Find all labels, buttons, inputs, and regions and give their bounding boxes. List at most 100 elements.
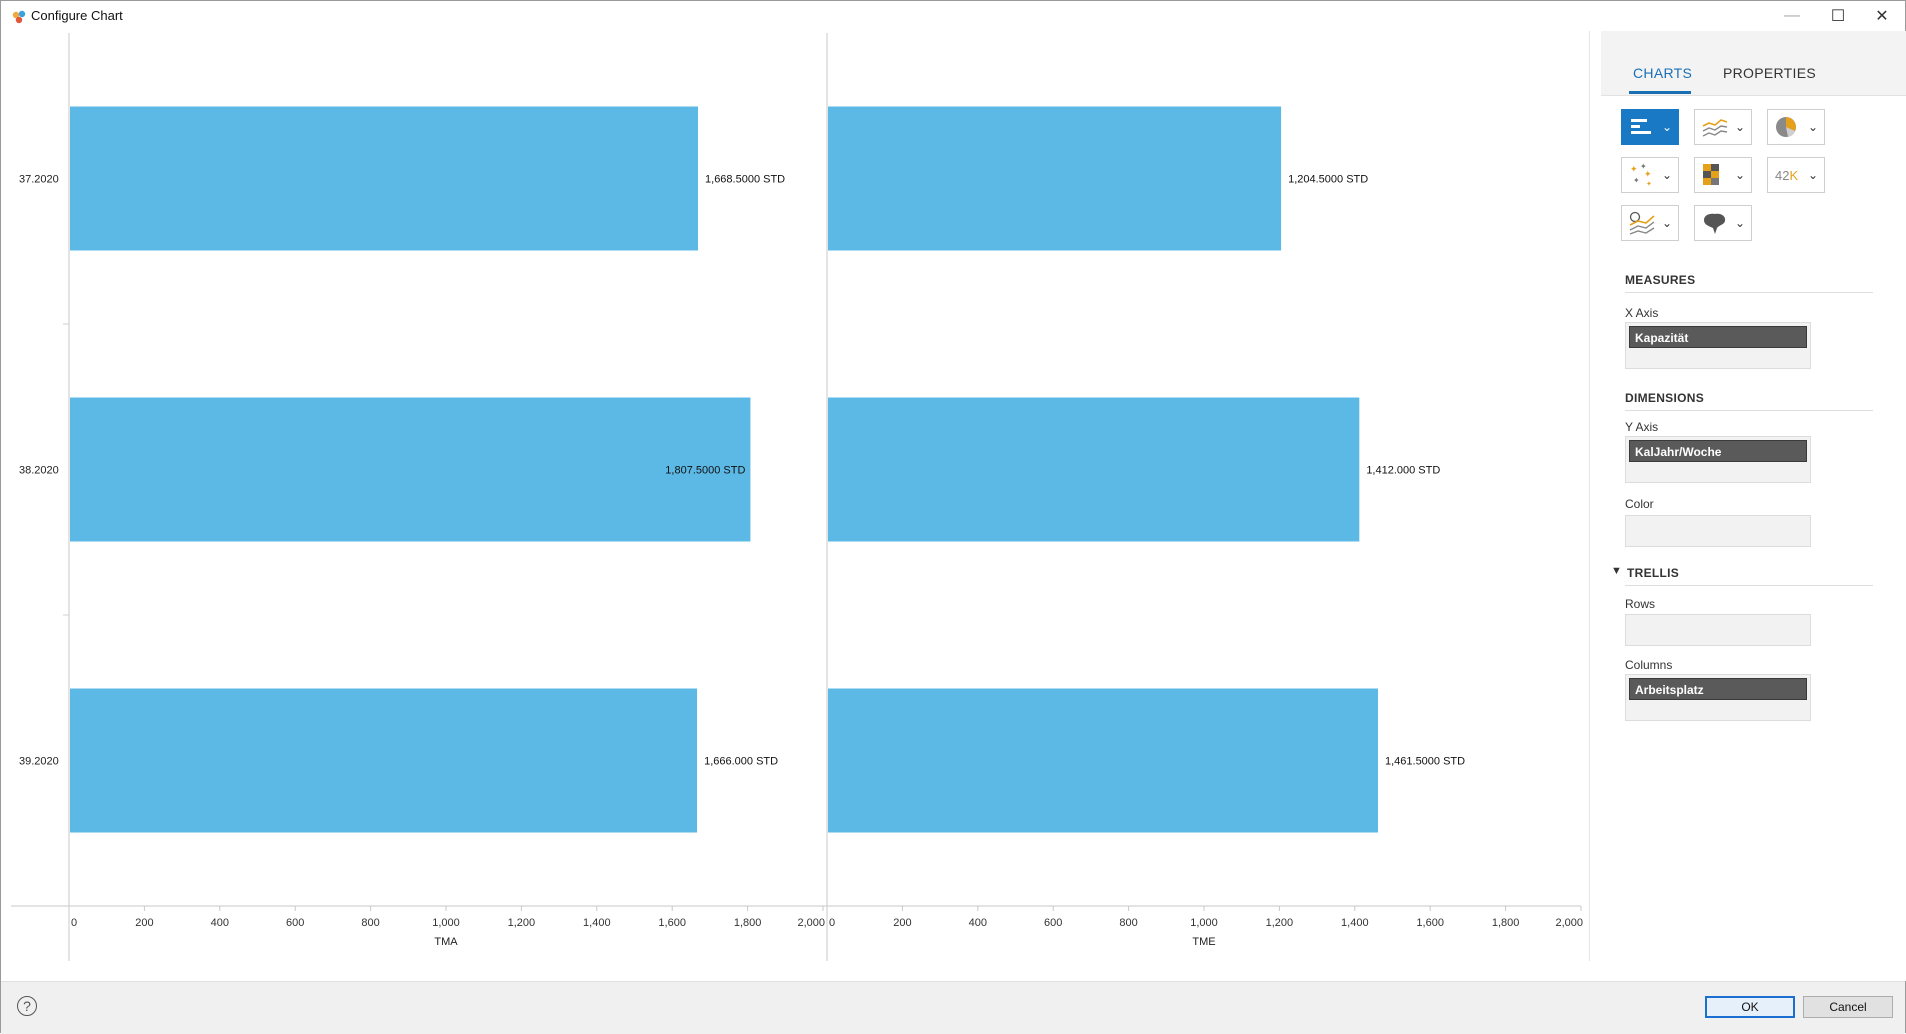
dimensions-heading: DIMENSIONS [1625,391,1705,405]
heatmap-chart-icon [1703,164,1719,185]
forecast-chart-icon [1629,211,1655,235]
columns-dropzone[interactable]: Arbeitsplatz [1625,674,1811,721]
y-axis-label: Y Axis [1625,420,1659,434]
x-tick-label: 1,200 [508,917,536,929]
trellis-heading[interactable]: TRELLIS [1627,566,1679,580]
cancel-button[interactable]: Cancel [1803,996,1893,1018]
panel-tab-bar: CHARTS PROPERTIES [1601,31,1906,96]
x-tick-label: 600 [1044,917,1062,929]
title-bar: Configure Chart — ☐ ✕ [1,1,1905,31]
data-label: 1,668.5000 STD [705,174,785,186]
columns-field-pill[interactable]: Arbeitsplatz [1629,678,1807,700]
divider [1625,410,1873,411]
x-tick-label: 1,600 [1416,917,1444,929]
x-axis-title: TMA [434,936,458,948]
svg-text:✦: ✦ [1646,180,1652,188]
measures-heading: MEASURES [1625,273,1696,287]
tab-charts[interactable]: CHARTS [1633,65,1692,81]
x-tick-label: 1,400 [1341,917,1369,929]
color-label: Color [1625,497,1654,511]
data-label: 1,807.5000 STD [665,465,745,477]
bar [70,106,699,251]
x-axis-field-pill[interactable]: Kapazität [1629,326,1807,348]
x-tick-label: 1,200 [1266,917,1294,929]
pie-chart-icon [1776,117,1796,137]
chevron-down-icon: ⌄ [1734,168,1745,182]
divider [1625,292,1873,293]
x-tick-label: 200 [135,917,153,929]
dialog-footer: ? OK Cancel [1,981,1905,1034]
forecast-chart-type-button[interactable]: ⌄ [1621,205,1679,241]
rows-dropzone[interactable] [1625,614,1811,646]
x-tick-label: 1,800 [734,917,762,929]
scatter-chart-type-button[interactable]: ✦ ✦ ✦ ✦ ✦ ⌄ [1621,157,1679,193]
line-chart-type-button[interactable]: ⌄ [1694,109,1752,145]
x-tick-label: 800 [361,917,379,929]
color-dropzone[interactable] [1625,515,1811,547]
x-axis-title: TME [1192,936,1215,948]
x-tick-label: 1,000 [1190,917,1218,929]
bar [70,688,698,833]
chevron-down-icon: ⌄ [1661,216,1672,230]
maximize-button[interactable]: ☐ [1815,1,1861,31]
category-label: 37.2020 [19,174,59,186]
heatmap-chart-type-button[interactable]: ⌄ [1694,157,1752,193]
bar [828,688,1378,833]
divider [1625,585,1873,586]
line-chart-icon [1702,119,1728,137]
x-tick-label: 2,000 [1555,917,1583,929]
y-axis-field-pill[interactable]: KalJahr/Woche [1629,440,1807,462]
x-tick-label: 400 [969,917,987,929]
svg-text:✦: ✦ [1630,164,1638,174]
chevron-down-icon: ⌄ [1661,120,1672,134]
x-tick-label: 2,000 [797,917,825,929]
data-label: 1,461.5000 STD [1385,756,1465,768]
geo-chart-type-button[interactable]: ⌄ [1694,205,1752,241]
x-tick-label: 600 [286,917,304,929]
panel-divider [1589,31,1590,961]
bar [828,106,1282,251]
bar [70,397,751,542]
x-tick-label: 400 [211,917,229,929]
pie-chart-type-button[interactable]: ⌄ [1767,109,1825,145]
geo-map-icon [1704,213,1726,234]
ok-button[interactable]: OK [1705,996,1795,1018]
columns-label: Columns [1625,658,1673,672]
chart-config-panel: CHARTS PROPERTIES ⌄ ⌄ ⌄ ✦ ✦ ✦ ✦ ✦ ⌄ ⌄ 42… [1601,31,1906,981]
chart-area: 37.2020 38.2020 39.2020 0 200 400 600 800 1,000 1… [1,31,1591,981]
bar-chart-type-button[interactable]: ⌄ [1621,109,1679,145]
x-axis-dropzone[interactable]: Kapazität [1625,322,1811,369]
kpi-chart-type-button[interactable]: 42K ⌄ [1767,157,1825,193]
bar [828,397,1360,542]
data-label: 1,204.5000 STD [1288,174,1368,186]
close-button[interactable]: ✕ [1859,1,1905,31]
minimize-button[interactable]: — [1769,1,1815,31]
x-tick-label: 0 [71,917,77,929]
chevron-down-icon: ⌄ [1734,120,1745,134]
svg-text:42K: 42K [1775,168,1798,183]
kpi-number-icon: 42K [1775,168,1798,183]
chevron-down-icon: ⌄ [1807,120,1818,134]
tab-properties[interactable]: PROPERTIES [1723,65,1816,81]
x-tick-label: 1,800 [1492,917,1520,929]
trellis-bar-chart: 37.2020 38.2020 39.2020 0 200 400 600 800 1,000 1… [11,33,1583,961]
chevron-down-icon: ⌄ [1807,168,1818,182]
x-tick-label: 200 [893,917,911,929]
scatter-chart-icon: ✦ ✦ ✦ ✦ ✦ [1630,162,1652,188]
data-label: 1,412.000 STD [1366,465,1440,477]
bar-chart-icon [1631,119,1651,134]
x-tick-label: 1,400 [583,917,611,929]
y-axis-dropzone[interactable]: KalJahr/Woche [1625,436,1811,483]
help-icon[interactable]: ? [17,996,37,1016]
x-tick-label: 800 [1119,917,1137,929]
x-tick-label: 1,600 [658,917,686,929]
collapse-chevron-icon[interactable]: ▼ [1611,565,1622,577]
active-tab-indicator [1629,91,1691,94]
app-icon [12,10,26,24]
category-label: 39.2020 [19,756,59,768]
chevron-down-icon: ⌄ [1661,168,1672,182]
svg-text:✦: ✦ [1633,176,1640,185]
chevron-down-icon: ⌄ [1734,216,1745,230]
x-tick-label: 0 [829,917,835,929]
data-label: 1,666.000 STD [704,756,778,768]
